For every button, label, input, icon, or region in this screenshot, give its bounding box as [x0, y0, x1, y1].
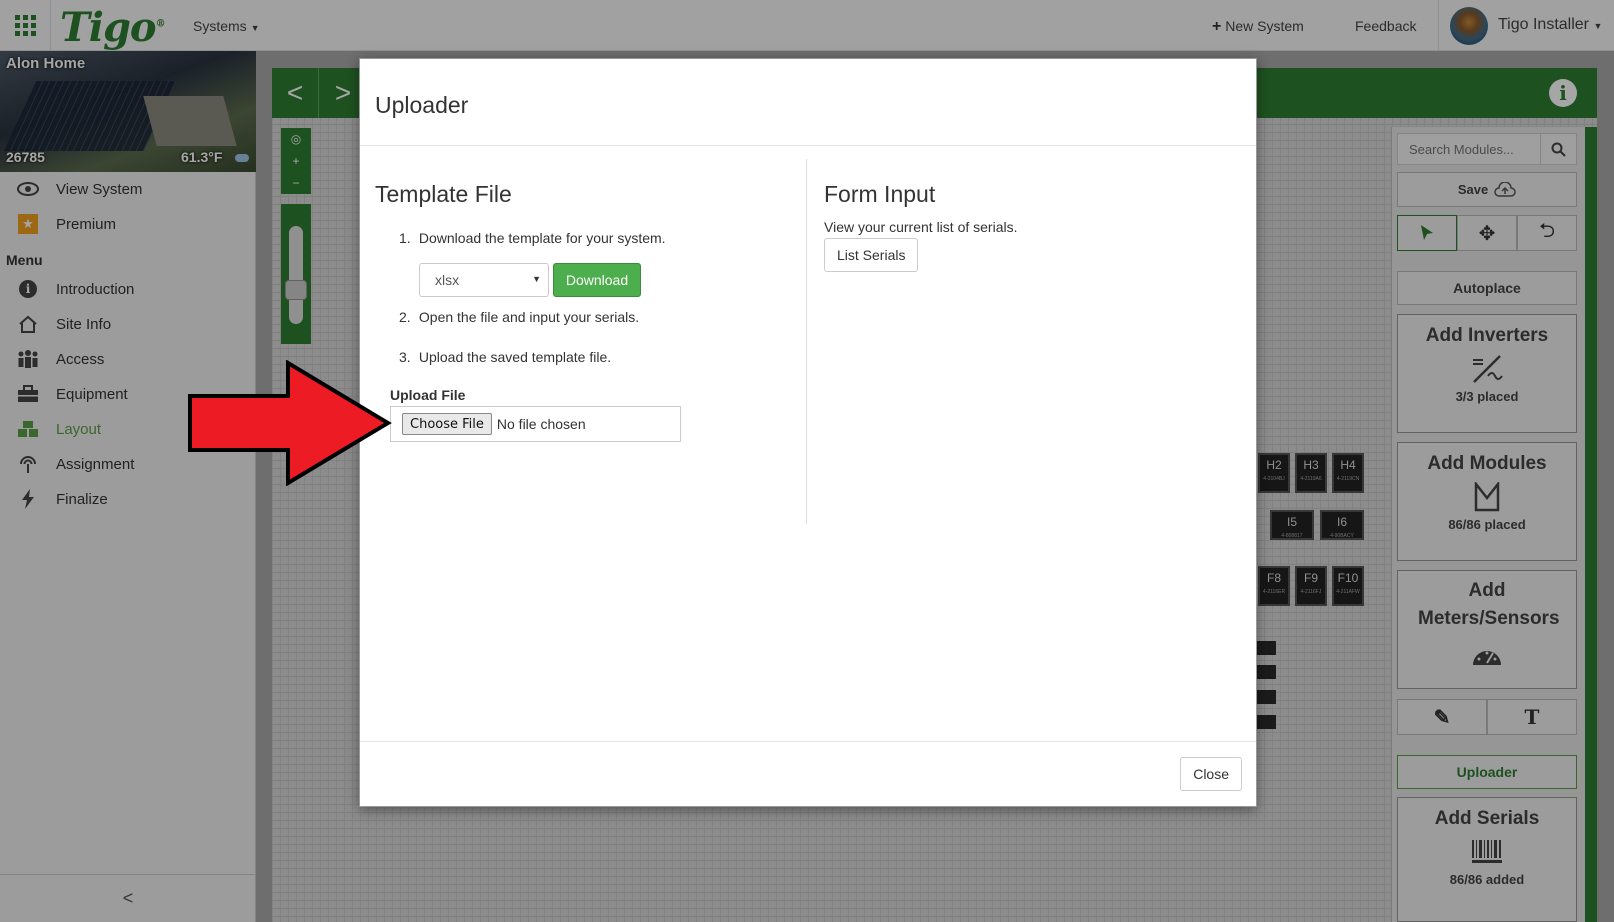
- upload-file-label: Upload File: [390, 387, 466, 403]
- template-file-section: Template File 1. Download the template f…: [375, 159, 807, 524]
- caret-down-icon: ▼: [532, 274, 541, 284]
- choose-file-button[interactable]: Choose File: [402, 413, 492, 435]
- download-button[interactable]: Download: [553, 263, 641, 297]
- form-input-section: Form Input View your current list of ser…: [824, 159, 1244, 524]
- uploader-modal: Uploader Template File 1. Download the t…: [359, 58, 1257, 807]
- list-serials-button[interactable]: List Serials: [824, 238, 919, 272]
- modal-footer: Close: [360, 741, 1256, 806]
- template-file-heading: Template File: [375, 181, 512, 207]
- modal-title: Uploader: [375, 92, 469, 118]
- modal-header: Uploader: [360, 59, 1256, 146]
- step-1: 1. Download the template for your system…: [399, 230, 666, 246]
- close-button[interactable]: Close: [1180, 757, 1242, 791]
- step-2: 2. Open the file and input your serials.: [399, 309, 640, 325]
- form-input-heading: Form Input: [824, 181, 936, 207]
- red-arrow-annotation: [188, 360, 392, 486]
- upload-file-input[interactable]: Choose File No file chosen: [390, 406, 681, 442]
- step-3: 3. Upload the saved template file.: [399, 349, 612, 365]
- file-status: No file chosen: [496, 416, 586, 432]
- form-input-description: View your current list of serials.: [824, 219, 1018, 235]
- template-format-select[interactable]: xlsx ▼: [419, 263, 549, 297]
